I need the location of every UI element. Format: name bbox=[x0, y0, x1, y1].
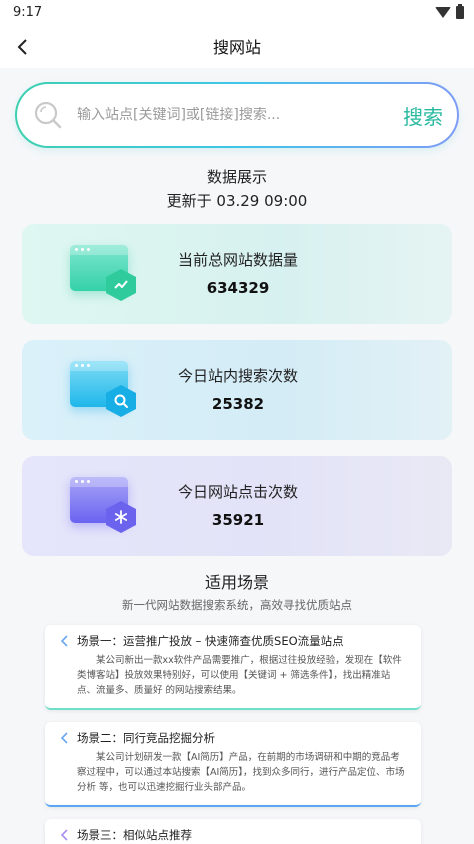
stat-value: 35921 bbox=[211, 511, 265, 529]
chevron-left-icon bbox=[60, 635, 68, 647]
scene-card[interactable]: 场景三：相似站点推荐 bbox=[45, 819, 421, 844]
scene-title: 场景一：运营推广投放 – 快速筛查优质SEO流量站点 bbox=[77, 634, 344, 648]
search-icon bbox=[34, 101, 62, 129]
scene-description: 某公司新出一款xx软件产品需要推广，根据过往投放经验，发现在【软件类博客站】投放… bbox=[77, 655, 402, 696]
back-button[interactable] bbox=[12, 36, 34, 58]
stat-card-searches: 今日站内搜索次数 25382 bbox=[22, 340, 452, 440]
scene-list: 场景一：运营推广投放 – 快速筛查优质SEO流量站点 某公司新出一款xx软件产品… bbox=[0, 613, 474, 844]
stats-title: 数据展示 bbox=[206, 168, 267, 186]
scenes-subtitle: 新一代网站数据搜索系统，高效寻找优质站点 bbox=[122, 598, 352, 612]
status-icons bbox=[435, 3, 464, 19]
chevron-left-icon bbox=[60, 829, 68, 841]
scene-card[interactable]: 场景二：同行竞品挖掘分析 某公司计划研发一款【AI简历】产品，在前期的市场调研和… bbox=[45, 722, 421, 807]
search-input[interactable] bbox=[77, 107, 397, 123]
stat-card-total-sites: 当前总网站数据量 634329 bbox=[22, 224, 452, 324]
search-button[interactable]: 搜索 bbox=[397, 101, 443, 130]
stat-label: 当前总网站数据量 bbox=[178, 251, 299, 269]
search-bar: 搜索 bbox=[15, 82, 459, 148]
stat-value: 634329 bbox=[206, 279, 270, 297]
stat-card-clicks: 今日网站点击次数 35921 bbox=[22, 456, 452, 556]
stat-label: 今日站内搜索次数 bbox=[178, 367, 299, 385]
scene-description: 某公司计划研发一款【AI简历】产品，在前期的市场调研和中期的竞品考察过程中，可以… bbox=[77, 752, 405, 793]
scenes-header: 适用场景 新一代网站数据搜索系统，高效寻找优质站点 bbox=[0, 572, 474, 613]
page-title: 搜网站 bbox=[212, 38, 261, 57]
status-time: 9:17 bbox=[13, 4, 43, 20]
scene-card[interactable]: 场景一：运营推广投放 – 快速筛查优质SEO流量站点 某公司新出一款xx软件产品… bbox=[45, 625, 421, 710]
stat-label: 今日网站点击次数 bbox=[178, 483, 299, 501]
status-bar: 9:17 bbox=[0, 0, 474, 24]
search-section: 搜索 bbox=[0, 68, 474, 148]
stats-updated-time: 更新于 03.29 09:00 bbox=[166, 192, 308, 210]
wifi-icon bbox=[435, 6, 451, 18]
battery-icon bbox=[456, 3, 464, 19]
scene-title: 场景三：相似站点推荐 bbox=[77, 828, 192, 842]
top-bar: 搜网站 bbox=[0, 24, 474, 68]
stats-header: 数据展示 更新于 03.29 09:00 bbox=[0, 166, 474, 212]
stats-cards: 当前总网站数据量 634329 今日站内搜索次数 25382 今日网站点击次数 … bbox=[0, 212, 474, 556]
window-graphic bbox=[70, 471, 140, 541]
scene-title: 场景二：同行竞品挖掘分析 bbox=[77, 731, 215, 745]
scenes-title: 适用场景 bbox=[204, 573, 269, 592]
stat-value: 25382 bbox=[211, 395, 265, 413]
chevron-left-icon bbox=[60, 732, 68, 744]
window-graphic bbox=[70, 355, 140, 425]
window-graphic bbox=[70, 239, 140, 309]
back-arrow-icon bbox=[17, 39, 27, 55]
